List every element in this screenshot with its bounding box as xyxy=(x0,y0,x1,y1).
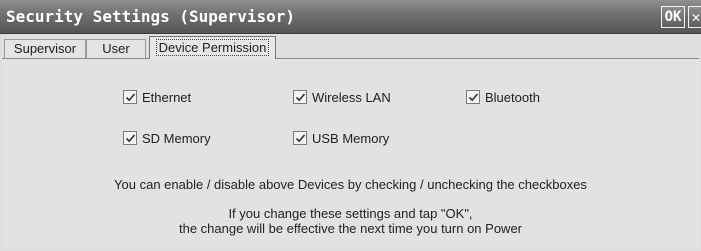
device-permission-panel: Ethernet Wireless LAN Bluetooth SD Memor… xyxy=(2,58,699,249)
note-text-line-1: If you change these settings and tap "OK… xyxy=(228,206,473,221)
tab-supervisor-label: Supervisor xyxy=(13,41,77,56)
checkmark-icon xyxy=(125,93,136,102)
wireless-lan-label: Wireless LAN xyxy=(312,89,391,105)
note-text-line-2: the change will be effective the next ti… xyxy=(178,221,522,236)
checkmark-icon xyxy=(125,134,136,143)
checkmark-icon xyxy=(295,134,306,143)
usb-memory-label: USB Memory xyxy=(312,130,390,146)
bluetooth-label: Bluetooth xyxy=(485,89,540,105)
ok-button[interactable]: OK xyxy=(661,6,685,28)
ethernet-label: Ethernet xyxy=(142,89,192,105)
ethernet-option[interactable]: Ethernet xyxy=(123,88,191,106)
security-settings-window: Security Settings (Supervisor) OK ✕ Supe… xyxy=(0,0,701,251)
tab-user-label: User xyxy=(102,41,130,56)
tab-supervisor[interactable]: Supervisor xyxy=(4,39,86,58)
sd-memory-label: SD Memory xyxy=(142,130,211,146)
wireless-lan-option[interactable]: Wireless LAN xyxy=(293,88,391,106)
usb-memory-option[interactable]: USB Memory xyxy=(293,129,389,147)
checkmark-icon xyxy=(468,93,479,102)
sd-memory-checkbox[interactable] xyxy=(123,131,137,145)
close-button[interactable]: ✕ xyxy=(688,6,701,28)
bluetooth-option[interactable]: Bluetooth xyxy=(466,88,540,106)
instructions-text: You can enable / disable above Devices b… xyxy=(114,177,587,192)
usb-memory-checkbox[interactable] xyxy=(293,131,307,145)
title-bar: Security Settings (Supervisor) OK ✕ xyxy=(0,0,701,34)
bluetooth-checkbox[interactable] xyxy=(466,90,480,104)
tab-device-permission[interactable]: Device Permission xyxy=(149,36,276,59)
tab-user[interactable]: User xyxy=(86,39,146,58)
sd-memory-option[interactable]: SD Memory xyxy=(123,129,211,147)
window-title: Security Settings (Supervisor) xyxy=(6,7,295,26)
checkmark-icon xyxy=(295,93,306,102)
tab-device-permission-label: Device Permission xyxy=(155,39,270,56)
ethernet-checkbox[interactable] xyxy=(123,90,137,104)
wireless-lan-checkbox[interactable] xyxy=(293,90,307,104)
tab-strip: Supervisor User Device Permission xyxy=(0,34,701,59)
